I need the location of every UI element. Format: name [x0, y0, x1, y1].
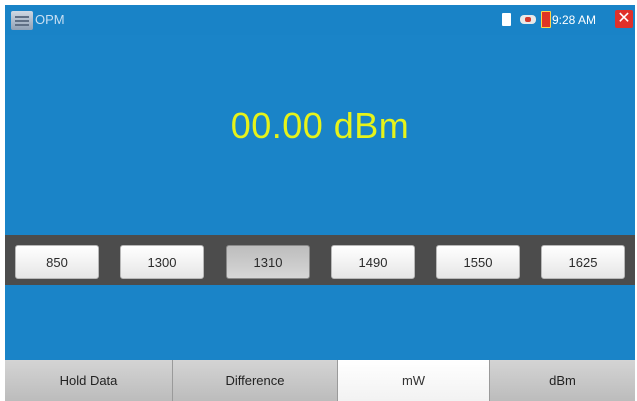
wavelength-selector: 850 1300 1310 1490 1550 1625 — [5, 235, 635, 285]
hold-data-button[interactable]: Hold Data — [5, 360, 173, 401]
function-bar: Hold Data Difference mW dBm — [5, 360, 635, 401]
wavelength-button-1300[interactable]: 1300 — [120, 245, 204, 279]
wavelength-button-1490[interactable]: 1490 — [331, 245, 415, 279]
mw-unit-button[interactable]: mW — [338, 360, 490, 401]
dbm-unit-button[interactable]: dBm — [490, 360, 635, 401]
wavelength-button-1625[interactable]: 1625 — [541, 245, 625, 279]
close-icon[interactable]: ✕ — [615, 10, 633, 28]
menu-list-icon[interactable] — [11, 11, 33, 30]
wavelength-button-1310[interactable]: 1310 — [226, 245, 310, 279]
sim-card-icon — [502, 13, 511, 26]
status-bar: OPM 9:28 AM ✕ — [5, 5, 635, 35]
usb-connection-icon — [520, 15, 536, 24]
opm-screen: OPM 9:28 AM ✕ 00.00 dBm 850 1300 1310 14… — [5, 5, 635, 401]
status-time: 9:28 AM — [552, 13, 597, 27]
wavelength-button-850[interactable]: 850 — [15, 245, 99, 279]
power-reading: 00.00 dBm — [230, 105, 410, 146]
app-title: OPM — [35, 12, 65, 27]
battery-charging-icon — [541, 11, 551, 28]
wavelength-button-1550[interactable]: 1550 — [436, 245, 520, 279]
difference-button[interactable]: Difference — [173, 360, 338, 401]
